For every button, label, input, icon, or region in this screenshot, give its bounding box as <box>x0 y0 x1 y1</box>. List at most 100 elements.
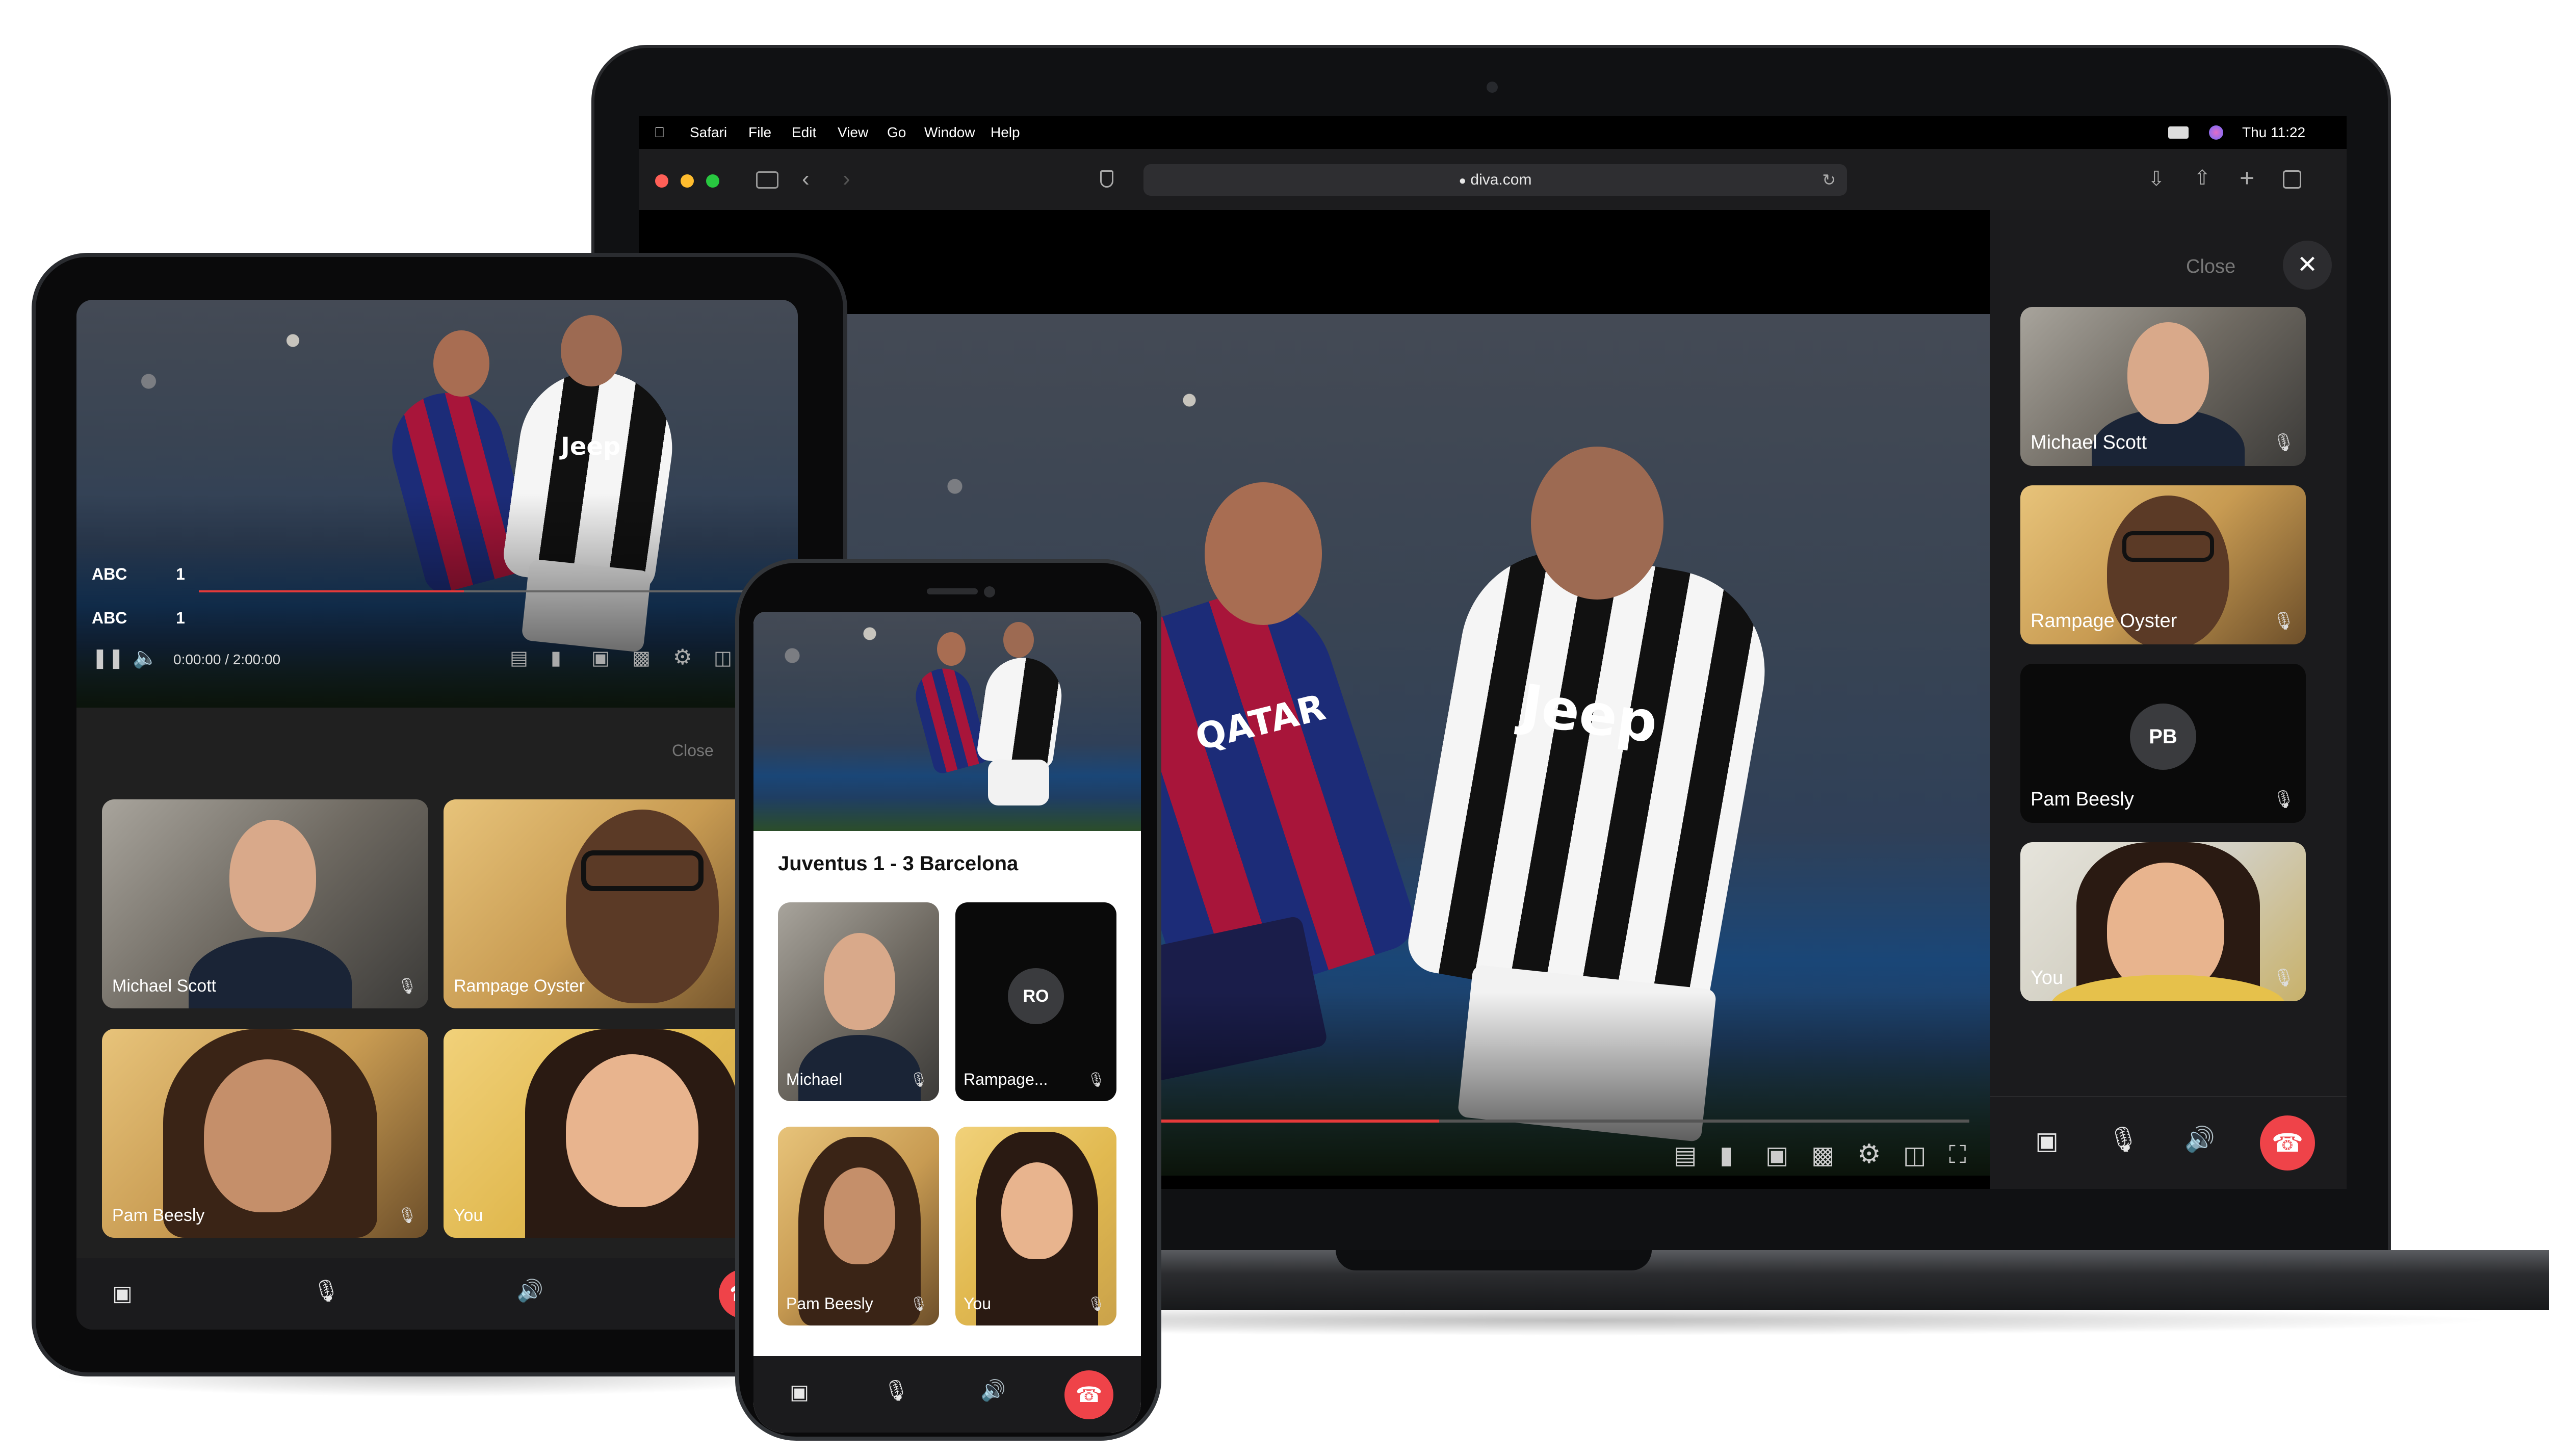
sidebar-toggle-icon[interactable] <box>756 171 778 189</box>
participant-name: You <box>454 1206 483 1225</box>
menu-window[interactable]: Window <box>924 124 975 141</box>
mic-icon: 🎙 <box>2272 433 2295 452</box>
menu-go[interactable]: Go <box>887 124 906 141</box>
participant-body <box>798 1035 921 1101</box>
stats-icon[interactable]: ▮ <box>1720 1141 1733 1169</box>
participant-tile-rampage[interactable]: Rampage Oyster 🎙 <box>2020 485 2306 644</box>
captions-icon[interactable]: ▣ <box>591 646 610 669</box>
participant-tile-michael[interactable]: Michael 🎙 <box>778 902 939 1101</box>
participant-face <box>566 810 719 1003</box>
participant-tile-pam[interactable]: Pam Beesly 🎙 <box>778 1127 939 1325</box>
menu-app[interactable]: Safari <box>690 124 727 141</box>
pip-icon[interactable]: ▩ <box>632 646 651 669</box>
window-minimize-button[interactable] <box>681 174 694 188</box>
siri-icon[interactable] <box>2209 125 2223 140</box>
participant-tile-you[interactable]: You <box>444 1029 770 1238</box>
participant-name: Rampage Oyster <box>454 976 585 996</box>
scoreboard-team: ABC <box>92 565 127 583</box>
pip-icon[interactable]: ▩ <box>1811 1141 1834 1169</box>
pause-icon[interactable]: ❚❚ <box>92 646 124 669</box>
fullscreen-icon[interactable]: ⛶ <box>1949 1141 1966 1169</box>
tablet-screen: Jeep ABC 1 ABC 1 ❚❚ 🔈 0:00:00 / 2:00:00 … <box>76 300 798 1330</box>
participant-name: You <box>2031 967 2064 989</box>
forward-icon[interactable]: › <box>843 166 850 192</box>
participant-tile-michael[interactable]: Michael Scott 🎙 <box>102 799 428 1008</box>
window-zoom-button[interactable] <box>706 174 719 188</box>
cast-icon[interactable]: ◫ <box>1903 1141 1926 1169</box>
mic-icon[interactable]: 🎙 <box>881 1379 912 1402</box>
cast-icon[interactable]: ◫ <box>714 646 732 669</box>
mic-icon[interactable]: 🎙 <box>311 1279 342 1304</box>
participant-face <box>2127 322 2209 424</box>
chapters-icon[interactable]: ▤ <box>510 646 528 669</box>
mic-icon: 🎙 <box>397 978 417 995</box>
participant-tile-rampage[interactable]: Rampage Oyster <box>444 799 770 1008</box>
settings-icon[interactable]: ⚙ <box>1857 1139 1881 1169</box>
scoreboard-score: 1 <box>176 565 185 583</box>
menu-help[interactable]: Help <box>991 124 1020 141</box>
participant-tile-michael[interactable]: Michael Scott 🎙 <box>2020 307 2306 466</box>
participant-tile-you[interactable]: You 🎙 <box>955 1127 1116 1325</box>
camera-icon[interactable]: ▣ <box>784 1381 815 1404</box>
panel-close-label[interactable]: Close <box>2186 256 2235 278</box>
glasses <box>581 850 704 891</box>
phone-video-player[interactable] <box>753 612 1141 831</box>
phone-camera <box>984 586 995 597</box>
participant-face <box>1001 1162 1073 1259</box>
player-head <box>1205 482 1322 625</box>
laptop-notch <box>1336 1250 1652 1270</box>
mic-icon[interactable]: 🎙 <box>2107 1125 2140 1154</box>
mic-icon: 🎙 <box>2272 790 2295 809</box>
participant-tile-you[interactable]: You 🎙 <box>2020 842 2306 1001</box>
participant-tile-pam[interactable]: Pam Beesly 🎙 <box>102 1029 428 1238</box>
stats-icon[interactable]: ▮ <box>551 646 561 669</box>
back-icon[interactable]: ‹ <box>802 166 810 192</box>
settings-icon[interactable]: ⚙ <box>673 644 692 669</box>
speaker-icon[interactable]: 🔊 <box>978 1379 1008 1402</box>
menu-clock: Thu 11:22 <box>2242 124 2306 140</box>
jersey-sponsor-logo: Jeep <box>561 432 621 461</box>
mic-icon: 🎙 <box>909 1296 928 1312</box>
mic-icon: 🎙 <box>2272 968 2295 987</box>
laptop-camera <box>1487 82 1498 93</box>
reload-icon[interactable]: ↻ <box>1822 164 1836 196</box>
tablet-video-player[interactable]: Jeep ABC 1 ABC 1 ❚❚ 🔈 0:00:00 / 2:00:00 … <box>76 300 798 708</box>
camera-icon[interactable]: ▣ <box>2031 1127 2063 1155</box>
captions-icon[interactable]: ▣ <box>1765 1141 1788 1169</box>
participant-face <box>204 1059 331 1212</box>
url-bar[interactable]: ● diva.com ↻ <box>1143 164 1847 196</box>
hangup-icon[interactable]: ☎ <box>1064 1370 1113 1419</box>
mic-icon: 🎙 <box>1087 1296 1105 1312</box>
menu-file[interactable]: File <box>748 124 771 141</box>
control-center-icon[interactable] <box>2168 126 2189 139</box>
apple-icon[interactable]:  <box>654 124 665 141</box>
privacy-shield-icon[interactable] <box>1100 170 1113 188</box>
mic-icon: 🎙 <box>397 1207 417 1224</box>
menu-edit[interactable]: Edit <box>792 124 816 141</box>
volume-icon[interactable]: 🔈 <box>133 645 158 669</box>
speaker-icon[interactable]: 🔊 <box>515 1279 545 1304</box>
mic-icon: 🎙 <box>1087 1072 1105 1087</box>
participant-face <box>824 933 895 1030</box>
participant-tile-rampage[interactable]: RO Rampage... 🎙 <box>955 902 1116 1101</box>
menu-view[interactable]: View <box>838 124 868 141</box>
player-head <box>937 632 966 666</box>
new-tab-icon[interactable]: + <box>2240 163 2254 193</box>
download-icon[interactable]: ⇩ <box>2148 167 2165 191</box>
video-timecode: 0:00:00 / 2:00:00 <box>173 652 281 667</box>
chapters-icon[interactable]: ▤ <box>1674 1141 1697 1169</box>
camera-icon[interactable]: ▣ <box>107 1281 138 1306</box>
participant-name: Pam Beesly <box>2031 789 2134 810</box>
participant-face <box>229 820 316 932</box>
tabs-icon[interactable] <box>2283 170 2301 189</box>
participant-name: Michael Scott <box>112 976 217 996</box>
share-icon[interactable]: ⇧ <box>2194 166 2211 190</box>
participant-name: Michael <box>786 1070 843 1088</box>
participant-tile-pam[interactable]: PB Pam Beesly 🎙 <box>2020 664 2306 823</box>
close-icon[interactable]: ✕ <box>2283 241 2332 290</box>
player-head <box>433 330 489 397</box>
hangup-icon[interactable]: ☎ <box>2260 1115 2315 1171</box>
panel-close-label[interactable]: Close <box>672 741 714 760</box>
speaker-icon[interactable]: 🔊 <box>2183 1125 2216 1154</box>
window-close-button[interactable] <box>655 174 668 188</box>
